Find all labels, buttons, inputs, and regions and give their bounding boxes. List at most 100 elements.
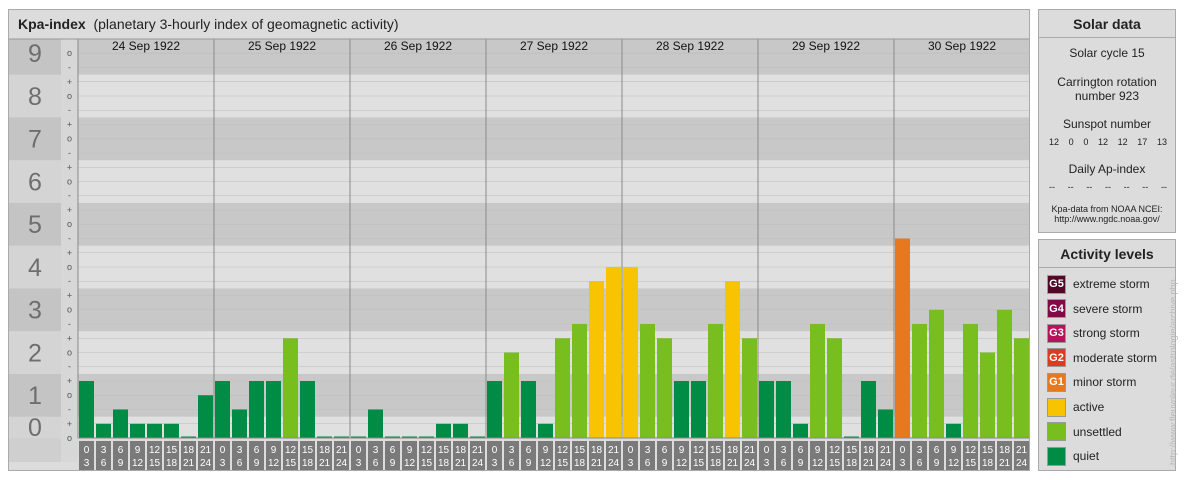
kp-bar (725, 281, 740, 438)
y-minor-label: + (67, 162, 72, 172)
interval-start-label: 0 (356, 445, 362, 456)
interval-start-label: 6 (118, 445, 124, 456)
interval-start-label: 21 (744, 445, 756, 456)
sunspot-value: 17 (1137, 137, 1148, 147)
interval-end-label: 6 (917, 458, 923, 469)
interval-end-label: 12 (676, 458, 688, 469)
interval-start-label: 18 (183, 445, 195, 456)
interval-end-label: 3 (220, 458, 226, 469)
y-minor-label: + (67, 120, 72, 130)
kp-bar (708, 323, 723, 438)
kp-bar (300, 381, 315, 438)
interval-start-label: 21 (1016, 445, 1028, 456)
kp-bar (130, 423, 145, 438)
interval-end-label: 12 (132, 458, 144, 469)
kp-bar (912, 323, 927, 438)
interval-end-label: 18 (846, 458, 858, 469)
kpa-chart-panel: Kpa-index (planetary 3-hourly index of g… (8, 9, 1030, 471)
interval-end-label: 9 (934, 458, 940, 469)
y-minor-label: - (68, 362, 71, 372)
watermark: http://www.fleuvoleur.de/astrologie/arch… (1168, 279, 1178, 465)
interval-end-label: 3 (356, 458, 362, 469)
y-tick-label: 5 (28, 211, 42, 239)
interval-start-label: 6 (526, 445, 532, 456)
y-minor-label: + (67, 376, 72, 386)
interval-end-label: 18 (302, 458, 314, 469)
ap-label: Daily Ap-index (1068, 162, 1146, 176)
kp-bar (776, 381, 791, 438)
y-tick-label: 4 (28, 254, 42, 282)
sunspot-value: 13 (1156, 137, 1167, 147)
kp-bar (232, 409, 247, 438)
interval-end-label: 15 (693, 458, 705, 469)
legend-swatch: G1 (1047, 372, 1066, 392)
legend-swatch (1047, 397, 1066, 417)
interval-start-label: 15 (166, 445, 178, 456)
interval-start-label: 12 (965, 445, 977, 456)
kp-bar (164, 423, 179, 438)
interval-end-label: 21 (591, 458, 603, 469)
legend-label: unsettled (1073, 424, 1122, 439)
legend-item: G2 moderate storm (1047, 348, 1157, 368)
ap-value: -- (1086, 182, 1093, 192)
solar-data-title: Solar data (1039, 10, 1175, 38)
kp-bar (487, 381, 502, 438)
interval-end-label: 12 (812, 458, 824, 469)
interval-start-label: 6 (390, 445, 396, 456)
interval-start-label: 18 (591, 445, 603, 456)
interval-start-label: 15 (710, 445, 722, 456)
interval-start-label: 15 (302, 445, 314, 456)
interval-end-label: 3 (900, 458, 906, 469)
interval-end-label: 6 (509, 458, 515, 469)
interval-end-label: 15 (965, 458, 977, 469)
kp-bar (640, 323, 655, 438)
interval-end-label: 9 (798, 458, 804, 469)
solar-cycle: Solar cycle 15 (1069, 46, 1145, 60)
interval-start-label: 12 (693, 445, 705, 456)
interval-start-label: 9 (271, 445, 277, 456)
interval-start-label: 15 (574, 445, 586, 456)
interval-end-label: 6 (101, 458, 107, 469)
legend-item: quiet (1047, 446, 1099, 466)
sunspot-value: 12 (1049, 137, 1060, 147)
interval-start-label: 0 (764, 445, 770, 456)
legend-swatch (1047, 446, 1066, 466)
kp-bar (215, 381, 230, 438)
kp-bar (538, 423, 553, 438)
interval-end-label: 3 (84, 458, 90, 469)
legend-swatch (1047, 422, 1066, 442)
day-label: 24 Sep 1922 (112, 39, 180, 53)
kp-bar (147, 423, 162, 438)
y-minor-label: o (67, 305, 72, 315)
ap-values: -- -- -- -- -- -- -- (1049, 182, 1167, 192)
legend-item: unsettled (1047, 422, 1122, 442)
kp-bar (963, 323, 978, 438)
kp-bar (266, 381, 281, 438)
kp-bar (555, 338, 570, 438)
kp-bar (827, 338, 842, 438)
y-minor-label: o (67, 91, 72, 101)
interval-start-label: 6 (798, 445, 804, 456)
legend-item: G4 severe storm (1047, 299, 1142, 319)
y-tick-label: 7 (28, 126, 42, 154)
interval-end-label: 9 (390, 458, 396, 469)
interval-start-label: 12 (149, 445, 161, 456)
legend-item: active (1047, 397, 1104, 417)
interval-end-label: 6 (645, 458, 651, 469)
interval-start-label: 15 (846, 445, 858, 456)
legend-label: minor storm (1073, 375, 1137, 390)
interval-start-label: 9 (951, 445, 957, 456)
interval-end-label: 24 (472, 458, 484, 469)
kp-bar (861, 381, 876, 438)
interval-start-label: 6 (254, 445, 260, 456)
interval-start-label: 3 (373, 445, 379, 456)
interval-start-label: 6 (662, 445, 668, 456)
kp-bar (810, 323, 825, 438)
interval-start-label: 9 (135, 445, 141, 456)
y-tick-label: 6 (28, 168, 42, 196)
interval-start-label: 0 (84, 445, 90, 456)
interval-end-label: 3 (764, 458, 770, 469)
legend-label: moderate storm (1073, 350, 1158, 365)
interval-end-label: 18 (438, 458, 450, 469)
activity-levels-title: Activity levels (1039, 240, 1175, 268)
